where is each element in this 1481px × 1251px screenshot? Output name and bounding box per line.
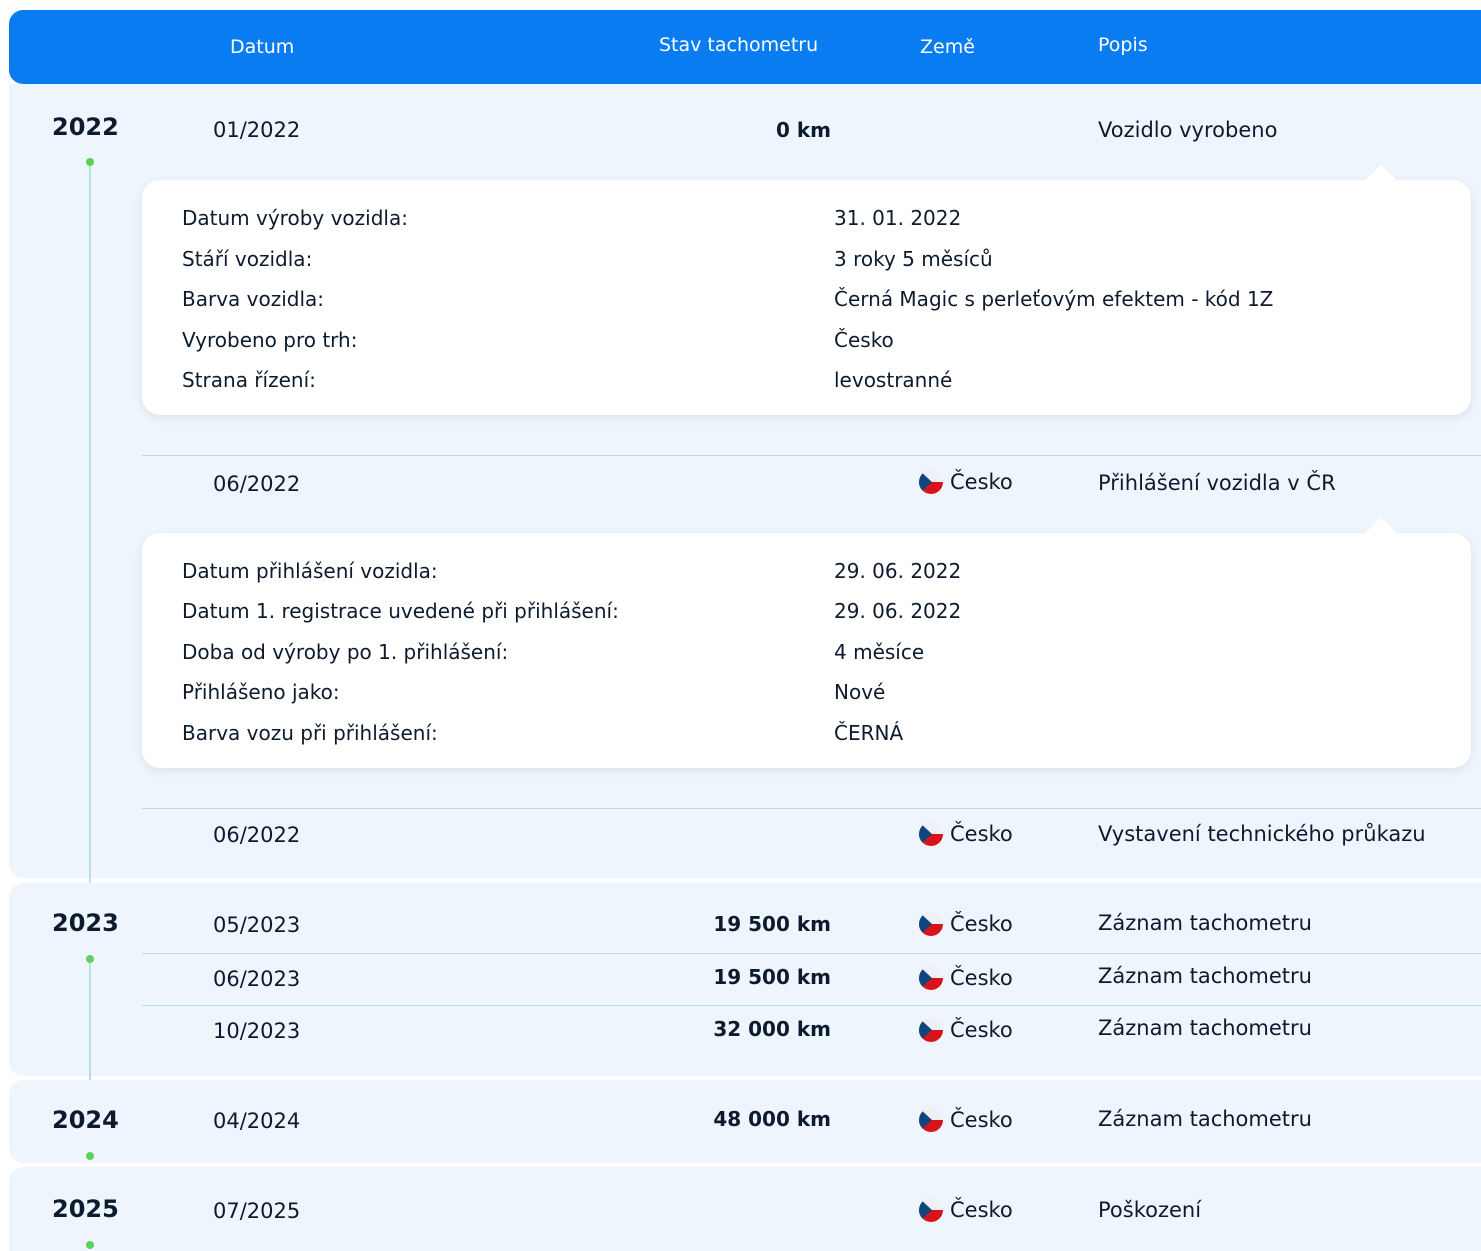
- production-detail-card: Datum výroby vozidla: 31. 01. 2022 Stáří…: [142, 164, 1471, 415]
- row-description: Záznam tachometru: [1098, 1016, 1312, 1040]
- row-country: Česko: [919, 470, 1013, 494]
- timeline-line: [89, 166, 91, 902]
- detail-label: Datum výroby vozidla:: [182, 206, 408, 230]
- row-divider: [142, 1005, 1481, 1006]
- header-odometer: Stav tachometru: [659, 34, 819, 56]
- row-date: 01/2022: [213, 118, 301, 142]
- row-divider: [142, 455, 1481, 456]
- detail-label: Přihlášeno jako:: [182, 680, 340, 704]
- header-country: Země: [920, 36, 975, 58]
- czech-flag-icon: [919, 1018, 943, 1042]
- year-label-2025: 2025: [52, 1195, 119, 1223]
- row-country-label: Česko: [950, 822, 1013, 846]
- row-description: Záznam tachometru: [1098, 964, 1312, 988]
- detail-label: Stáří vozidla:: [182, 247, 313, 271]
- czech-flag-icon: [919, 822, 943, 846]
- year-label-2022: 2022: [52, 113, 119, 141]
- detail-label: Doba od výroby po 1. přihlášení:: [182, 640, 509, 664]
- row-date: 06/2023: [213, 967, 301, 991]
- row-date: 04/2024: [213, 1109, 301, 1133]
- czech-flag-icon: [919, 1198, 943, 1222]
- timeline-dot: [86, 158, 94, 166]
- row-country: Česko: [919, 1018, 1013, 1042]
- row-divider: [142, 808, 1481, 809]
- registration-detail-card: Datum přihlášení vozidla: 29. 06. 2022 D…: [142, 517, 1471, 768]
- row-country-label: Česko: [950, 470, 1013, 494]
- row-description: Vozidlo vyrobeno: [1098, 118, 1278, 142]
- detail-value: Nové: [834, 680, 886, 704]
- detail-label: Barva vozu při přihlášení:: [182, 721, 438, 745]
- timeline-dot: [86, 955, 94, 963]
- header-description: Popis: [1098, 34, 1148, 56]
- detail-value: 31. 01. 2022: [834, 206, 962, 230]
- year-label-2023: 2023: [52, 909, 119, 937]
- row-country-label: Česko: [950, 912, 1013, 936]
- detail-label: Vyrobeno pro trh:: [182, 328, 358, 352]
- detail-value: 29. 06. 2022: [834, 599, 962, 623]
- row-odometer: 19 500 km: [713, 965, 831, 989]
- row-description: Záznam tachometru: [1098, 1107, 1312, 1131]
- row-country-label: Česko: [950, 966, 1013, 990]
- detail-label: Barva vozidla:: [182, 287, 325, 311]
- row-date: 05/2023: [213, 913, 301, 937]
- timeline-dot: [86, 1241, 94, 1249]
- detail-label: Strana řízení:: [182, 368, 316, 392]
- table-header: Datum Stav tachometru Země Popis: [9, 10, 1481, 84]
- row-description: Záznam tachometru: [1098, 911, 1312, 935]
- year-label-2024: 2024: [52, 1106, 119, 1134]
- detail-value: ČERNÁ: [834, 721, 904, 745]
- row-date: 06/2022: [213, 472, 301, 496]
- detail-value: Česko: [834, 328, 894, 352]
- row-country-label: Česko: [950, 1108, 1013, 1132]
- detail-value: levostranné: [834, 368, 953, 392]
- row-country: Česko: [919, 1108, 1013, 1132]
- row-description: Poškození: [1098, 1198, 1202, 1222]
- czech-flag-icon: [919, 1108, 943, 1132]
- row-country: Česko: [919, 912, 1013, 936]
- row-country: Česko: [919, 822, 1013, 846]
- row-odometer: 0 km: [775, 118, 831, 142]
- detail-value: 3 roky 5 měsíců: [834, 247, 993, 271]
- row-description: Vystavení technického průkazu: [1098, 822, 1426, 846]
- timeline-dot: [86, 1152, 94, 1160]
- header-date: Datum: [230, 36, 295, 58]
- row-country: Česko: [919, 966, 1013, 990]
- detail-value: 4 měsíce: [834, 640, 925, 664]
- row-divider: [142, 953, 1481, 954]
- row-odometer: 32 000 km: [713, 1017, 831, 1041]
- row-country-label: Česko: [950, 1018, 1013, 1042]
- row-odometer: 19 500 km: [713, 912, 831, 936]
- czech-flag-icon: [919, 966, 943, 990]
- row-country-label: Česko: [950, 1198, 1013, 1222]
- row-country: Česko: [919, 1198, 1013, 1222]
- row-date: 06/2022: [213, 823, 301, 847]
- row-odometer: 48 000 km: [713, 1107, 831, 1131]
- detail-value: Černá Magic s perleťovým efektem - kód 1…: [834, 287, 1274, 311]
- detail-value: 29. 06. 2022: [834, 559, 962, 583]
- row-date: 07/2025: [213, 1199, 301, 1223]
- czech-flag-icon: [919, 912, 943, 936]
- timeline-line: [89, 963, 91, 1096]
- czech-flag-icon: [919, 470, 943, 494]
- row-description: Přihlášení vozidla v ČR: [1098, 471, 1336, 495]
- row-date: 10/2023: [213, 1019, 301, 1043]
- detail-label: Datum přihlášení vozidla:: [182, 559, 438, 583]
- detail-label: Datum 1. registrace uvedené při přihláše…: [182, 599, 619, 623]
